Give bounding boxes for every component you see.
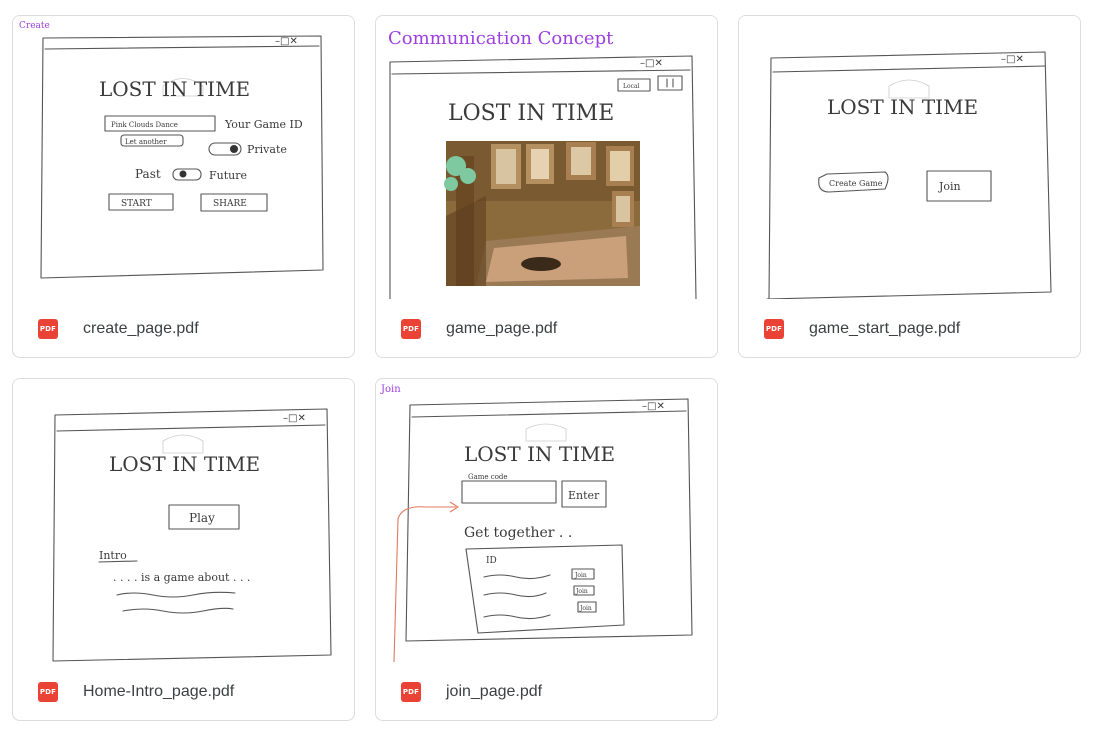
sketch-game-start-page: –□✕ LOST IN TIME Create Game Join (766, 51, 1052, 299)
file-card-game-page[interactable]: Communication Concept –□✕ Local LOST IN … (375, 15, 718, 358)
sketch-field-label: Game code (468, 473, 508, 481)
file-name[interactable]: create_page.pdf (83, 318, 199, 340)
sketch-corner-label: Communication Concept (388, 28, 614, 49)
file-thumbnail: Join –□✕ LOST IN TIME Game code Enter Ge… (376, 379, 717, 662)
sketch-game-page: Communication Concept –□✕ Local LOST IN … (388, 28, 697, 299)
sketch-title: LOST IN TIME (464, 442, 615, 466)
window-controls-icon: –□✕ (640, 58, 663, 69)
sketch-corner-label: Join (380, 384, 401, 395)
sketch-join-label: Join (938, 180, 961, 193)
sketch-get-together-heading: Get together . . (464, 525, 572, 541)
window-controls-icon: –□✕ (283, 413, 306, 424)
file-card-game-start-page[interactable]: –□✕ LOST IN TIME Create Game Join PDF ga… (738, 15, 1081, 358)
file-name[interactable]: join_page.pdf (446, 681, 542, 703)
file-thumbnail: Communication Concept –□✕ Local LOST IN … (376, 16, 717, 299)
sketch-input-caption: Your Game ID (224, 118, 303, 131)
sketch-create-page: Create –□✕ LOST IN TIME Pink Clouds Danc… (19, 21, 324, 279)
sketch-join-page: Join –□✕ LOST IN TIME Game code Enter Ge… (380, 384, 693, 662)
file-footer[interactable]: PDF Home-Intro_page.pdf (13, 662, 354, 720)
sketch-local-label: Local (623, 83, 640, 90)
file-card-home-intro-page[interactable]: –□✕ LOST IN TIME Play Intro . . . . is a… (12, 378, 355, 721)
sketch-flow-arrow (393, 506, 456, 662)
file-thumbnail: –□✕ LOST IN TIME Play Intro . . . . is a… (13, 379, 354, 662)
pdf-file-icon: PDF (38, 682, 58, 702)
pdf-file-icon: PDF (401, 682, 421, 702)
window-controls-icon: –□✕ (1001, 54, 1024, 65)
file-footer[interactable]: PDF game_page.pdf (376, 299, 717, 357)
file-name[interactable]: game_start_page.pdf (809, 318, 960, 340)
pdf-file-icon: PDF (38, 319, 58, 339)
pdf-file-icon: PDF (764, 319, 784, 339)
sketch-share-label: SHARE (213, 199, 247, 209)
sketch-toggle-past-label: Past (135, 167, 161, 181)
sketch-corner-label: Create (19, 21, 50, 31)
sketch-intro-text: . . . . is a game about . . . (113, 571, 250, 584)
sketch-title: LOST IN TIME (827, 95, 978, 119)
sketch-code-input (461, 480, 557, 504)
sketch-create-game-label: Create Game (829, 179, 883, 188)
file-footer[interactable]: PDF game_start_page.pdf (739, 299, 1080, 357)
file-name[interactable]: Home-Intro_page.pdf (83, 681, 234, 703)
sketch-start-label: START (121, 199, 152, 209)
sketch-home-intro-page: –□✕ LOST IN TIME Play Intro . . . . is a… (52, 408, 332, 662)
file-card-create-page[interactable]: Create –□✕ LOST IN TIME Pink Clouds Danc… (12, 15, 355, 358)
sketch-title: LOST IN TIME (109, 452, 260, 476)
sketch-row-join-label: Join (574, 572, 587, 579)
file-thumbnail: –□✕ LOST IN TIME Create Game Join (739, 16, 1080, 299)
sketch-title: LOST IN TIME (448, 101, 614, 126)
sketch-link: Let another (125, 138, 167, 146)
sketch-toggle-future-label: Future (209, 169, 247, 182)
file-card-join-page[interactable]: Join –□✕ LOST IN TIME Game code Enter Ge… (375, 378, 718, 721)
window-controls-icon: –□✕ (642, 401, 665, 412)
sketch-play-label: Play (189, 511, 215, 525)
sketch-title: LOST IN TIME (99, 77, 250, 101)
sketch-intro-heading: Intro (99, 549, 127, 562)
game-scene-image (444, 141, 640, 286)
pause-icon (657, 75, 683, 91)
sketch-toggle-private-label: Private (247, 143, 287, 156)
pdf-file-icon: PDF (401, 319, 421, 339)
sketch-enter-label: Enter (568, 489, 600, 502)
file-footer[interactable]: PDF create_page.pdf (13, 299, 354, 357)
sketch-input-value: Pink Clouds Dance (111, 121, 178, 129)
sketch-id-header: ID (486, 556, 497, 566)
file-name[interactable]: game_page.pdf (446, 318, 557, 340)
window-controls-icon: –□✕ (275, 36, 298, 47)
sketch-row-join-label: Join (575, 588, 588, 595)
file-footer[interactable]: PDF join_page.pdf (376, 662, 717, 720)
sketch-toggle-time (172, 168, 202, 181)
sketch-row-join-label: Join (579, 605, 592, 612)
file-thumbnail: Create –□✕ LOST IN TIME Pink Clouds Danc… (13, 16, 354, 299)
